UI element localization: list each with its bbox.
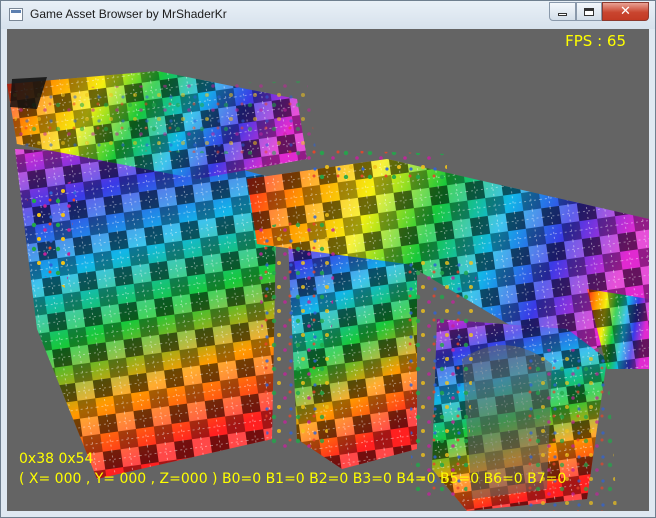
maximize-button[interactable] (576, 2, 602, 21)
title-bar[interactable]: Game Asset Browser by MrShaderKr ✕ (1, 1, 655, 29)
minimize-icon (558, 13, 567, 16)
minimize-button[interactable] (549, 2, 576, 21)
app-window: Game Asset Browser by MrShaderKr ✕ FPS:… (0, 0, 656, 518)
fps-counter: FPS : 65 (565, 32, 626, 50)
scene-render (7, 71, 649, 511)
app-window-icon[interactable] (9, 8, 23, 21)
hud-hex-codes: 0x38 0x54 (19, 451, 94, 467)
close-icon: ✕ (620, 4, 631, 19)
window-title: Game Asset Browser by MrShaderKr (30, 7, 227, 21)
hud-coordinates-buttons: ( X= 000 , Y= 000 , Z=000 ) B0=0 B1=0 B2… (19, 471, 567, 487)
maximize-icon (584, 7, 594, 16)
close-button[interactable]: ✕ (602, 2, 649, 21)
render-viewport[interactable]: FPS : 65 0x38 0x54 ( X= 000 , Y= 000 , Z… (7, 29, 649, 511)
